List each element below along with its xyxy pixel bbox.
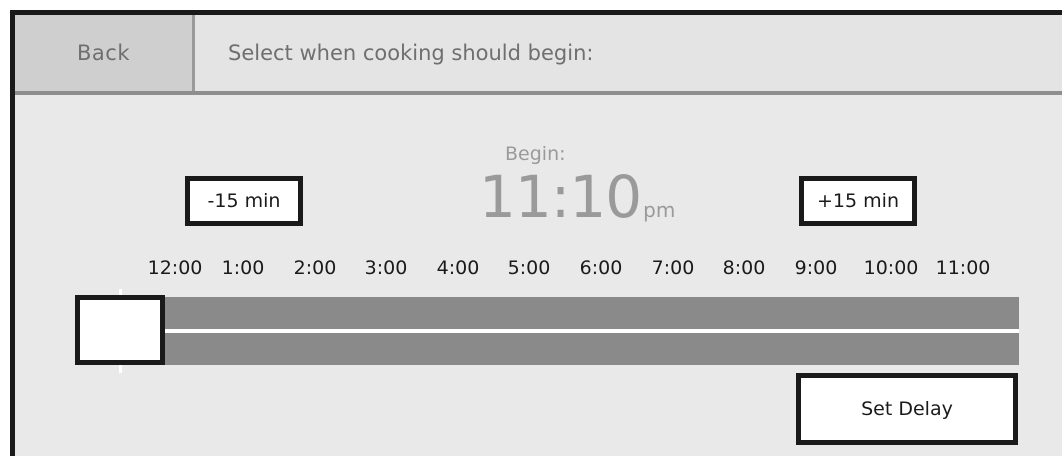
hour-label: 8:00 [722, 257, 766, 279]
begin-time: 11:10 [479, 163, 642, 231]
minus-15-min-button[interactable]: -15 min [185, 176, 303, 226]
plus-15-min-button[interactable]: +15 min [799, 176, 917, 226]
header-bar: Back Select when cooking should begin: [15, 15, 1062, 95]
hour-label: 7:00 [651, 257, 695, 279]
hour-label: 10:00 [863, 257, 919, 279]
back-button[interactable]: Back [15, 15, 195, 91]
delay-start-screen: Back Select when cooking should begin: B… [10, 10, 1062, 456]
time-slider-line [77, 329, 1019, 333]
hour-label: 3:00 [364, 257, 408, 279]
hour-label: 2:00 [293, 257, 337, 279]
begin-time-display: 11:10 pm [479, 165, 675, 229]
hour-label: 6:00 [579, 257, 623, 279]
time-slider-track[interactable] [77, 297, 1019, 365]
hour-scale: 12:00 1:00 2:00 3:00 4:00 5:00 6:00 7:00… [15, 257, 1055, 281]
set-delay-button[interactable]: Set Delay [796, 373, 1018, 445]
hour-label: 5:00 [507, 257, 551, 279]
time-slider-thumb[interactable] [75, 295, 165, 365]
hour-label: 1:00 [221, 257, 265, 279]
hour-label: 4:00 [436, 257, 480, 279]
begin-label: Begin: [505, 143, 566, 165]
hour-label: 12:00 [147, 257, 203, 279]
hour-label: 11:00 [935, 257, 991, 279]
hour-label: 9:00 [794, 257, 838, 279]
begin-time-ampm: pm [643, 198, 676, 222]
page-title: Select when cooking should begin: [228, 41, 594, 65]
